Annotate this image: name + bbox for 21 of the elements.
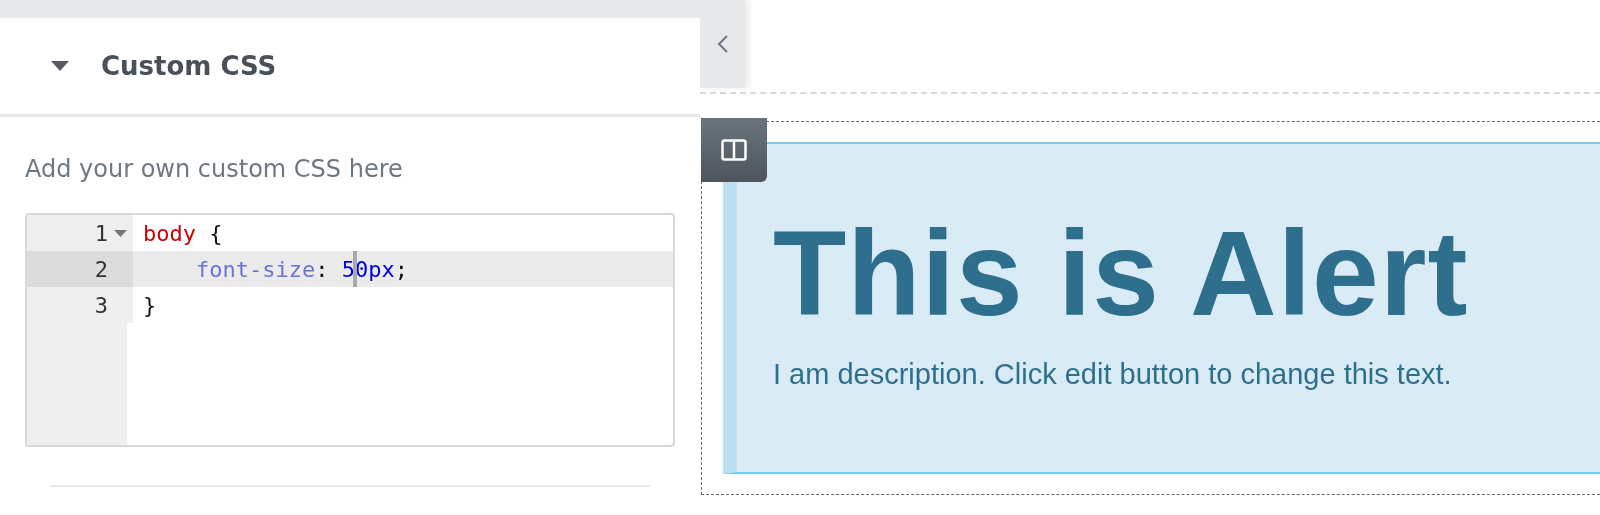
code-token: 5 <box>341 256 355 282</box>
section-title: Custom CSS <box>101 51 277 81</box>
fold-arrow-icon[interactable] <box>114 229 127 237</box>
code-token: : <box>315 256 330 282</box>
code-token: { <box>208 220 223 246</box>
code-token: 0px <box>354 256 395 282</box>
line-number: 2 <box>94 256 108 282</box>
line-number: 1 <box>94 220 108 246</box>
text-cursor <box>352 251 357 287</box>
code-token: font-size <box>194 256 316 282</box>
line-number: 3 <box>94 292 108 318</box>
code-token: } <box>143 292 157 318</box>
code-editor[interactable]: 1 body { 2 font-size: 50px; 3 } <box>25 213 675 447</box>
column-handle[interactable] <box>701 118 767 182</box>
alert-description: I am description. Click edit button to change this text. <box>773 358 1453 391</box>
columns-icon <box>721 139 747 161</box>
alert-title: This is Alert <box>773 210 1470 336</box>
description-text: Add your own custom CSS here <box>25 155 404 183</box>
chevron-left-icon <box>716 34 729 54</box>
code-token: ; <box>394 256 408 282</box>
code-token: body <box>143 220 196 246</box>
